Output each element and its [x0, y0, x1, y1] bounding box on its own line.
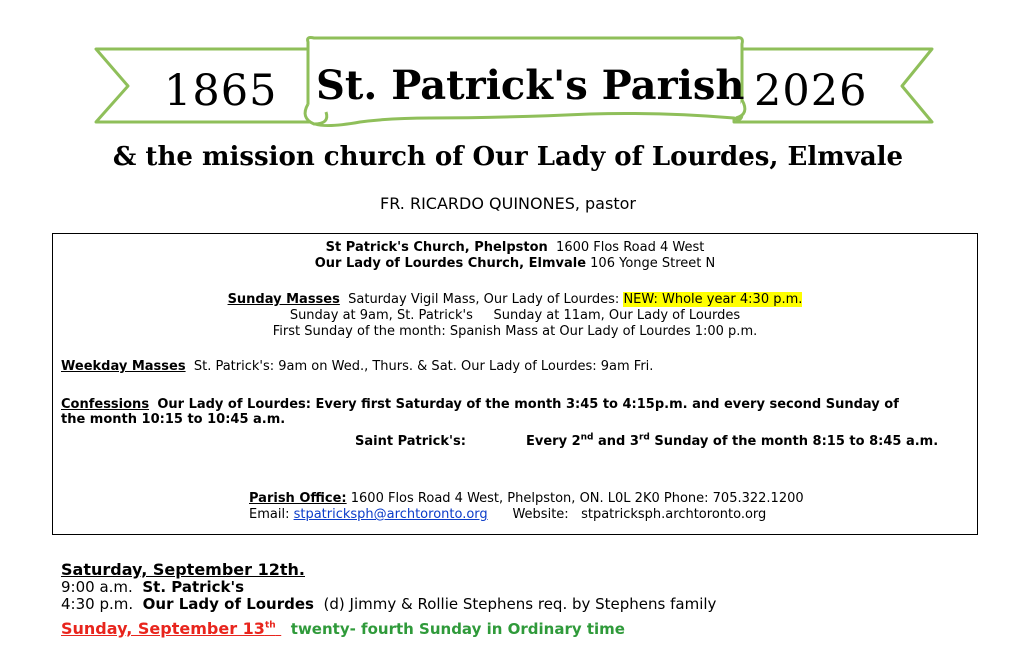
confessions-line1: Confessions Our Lady of Lourdes: Every f… — [61, 397, 899, 413]
church2-address: 106 Yonge Street N — [590, 256, 716, 271]
website-text: stpatricksph.archtoronto.org — [581, 507, 767, 522]
church2-line: Our Lady of Lourdes Church, Elmvale 106 … — [53, 256, 977, 272]
saturday-entry-1: 9:00 a.m. St. Patrick's — [61, 579, 244, 596]
church2-name: Our Lady of Lourdes Church, Elmvale — [314, 256, 587, 271]
sunday-description: twenty- fourth Sunday in Ordinary time — [290, 620, 625, 638]
weekday-masses-label: Weekday Masses — [61, 359, 186, 374]
mission-subtitle: & the mission church of Our Lady of Lour… — [112, 142, 904, 172]
website-label: Website: — [512, 507, 569, 522]
parish-office-label: Parish Office: — [249, 491, 347, 506]
sat-place-2: Our Lady of Lourdes — [142, 595, 314, 613]
confessions-olol-text: Our Lady of Lourdes: Every first Saturda… — [157, 397, 899, 412]
pastor-line: FR. RICARDO QUINONES, pastor — [380, 194, 636, 213]
sat-time-1: 9:00 a.m. — [61, 578, 133, 596]
new-time-highlight: NEW: Whole year 4:30 p.m. — [623, 292, 803, 307]
email-link[interactable]: stpatricksph@archtoronto.org — [294, 507, 488, 522]
sunday-masses-label: Sunday Masses — [227, 292, 340, 307]
founding-year: 1865 — [164, 66, 278, 116]
confessions-sp-every: Every 2 — [526, 434, 581, 449]
sat-intention-2: (d) Jimmy & Rollie Stephens req. by Step… — [323, 595, 717, 613]
parish-title: St. Patrick's Parish — [316, 62, 745, 109]
sat-time-2: 4:30 p.m. — [61, 595, 134, 613]
sunday-heading-line: Sunday, September 13th twenty- fourth Su… — [61, 620, 625, 638]
saturday-heading: Saturday, September 12th. — [61, 560, 305, 579]
current-year: 2026 — [754, 66, 868, 116]
sunday-masses-line2: Sunday at 9am, St. Patrick's Sunday at 1… — [289, 308, 741, 323]
sunday-vigil-text: Saturday Vigil Mass, Our Lady of Lourdes… — [348, 292, 620, 307]
ordinal-th: th — [264, 620, 276, 631]
weekday-masses-line: Weekday Masses St. Patrick's: 9am on Wed… — [61, 359, 653, 375]
confessions-sp-label: Saint Patrick's: — [355, 434, 466, 449]
ordinal-rd: rd — [638, 432, 650, 443]
parish-office-text: 1600 Flos Road 4 West, Phelpston, ON. L0… — [350, 491, 804, 506]
email-label: Email: — [249, 507, 290, 522]
church1-name: St Patrick's Church, Phelpston — [325, 240, 548, 255]
sunday-heading: Sunday, September 13th — [61, 619, 281, 638]
contact-line: Email: stpatricksph@archtoronto.org Webs… — [249, 507, 766, 523]
confessions-sp-times: Every 2nd and 3rd Sunday of the month 8:… — [526, 432, 939, 450]
confessions-sp-and: and 3 — [593, 434, 639, 449]
confessions-label: Confessions — [61, 397, 150, 412]
church1-address: 1600 Flos Road 4 West — [556, 240, 705, 255]
sunday-masses-line: Sunday Masses Saturday Vigil Mass, Our L… — [53, 292, 977, 308]
spanish-mass-line: First Sunday of the month: Spanish Mass … — [272, 324, 758, 339]
confessions-line2: the month 10:15 to 10:45 a.m. — [61, 412, 286, 427]
weekday-masses-text: St. Patrick's: 9am on Wed., Thurs. & Sat… — [193, 359, 654, 374]
saturday-entry-2: 4:30 p.m. Our Lady of Lourdes (d) Jimmy … — [61, 596, 716, 613]
sat-place-1: St. Patrick's — [142, 578, 245, 596]
ordinal-nd: nd — [580, 432, 594, 443]
church1-line: St Patrick's Church, Phelpston 1600 Flos… — [53, 240, 977, 256]
parish-info-box: St Patrick's Church, Phelpston 1600 Flos… — [52, 233, 978, 535]
parish-office-line: Parish Office: 1600 Flos Road 4 West, Ph… — [249, 491, 804, 507]
sunday-heading-text: Sunday, September 13 — [61, 619, 265, 638]
confessions-sp-rest: Sunday of the month 8:15 to 8:45 a.m. — [649, 434, 939, 449]
